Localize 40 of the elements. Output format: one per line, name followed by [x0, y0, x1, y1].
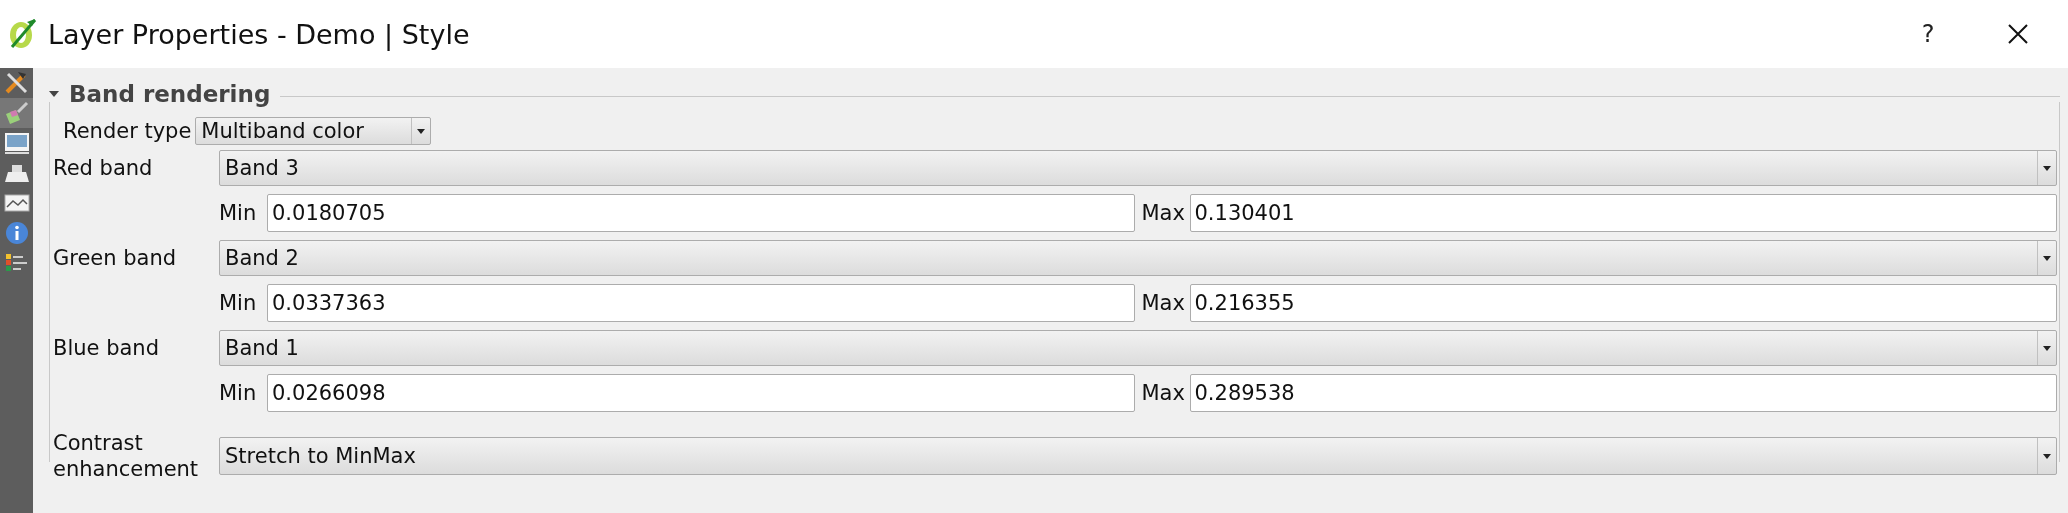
field-label: Blue band: [53, 335, 160, 362]
caret-icon: [2043, 453, 2051, 459]
pyramid-icon: [3, 162, 30, 184]
legend-icon: [4, 252, 29, 274]
input-field[interactable]: 0.0337363: [267, 284, 1135, 322]
help-button[interactable]: ?: [1878, 20, 1978, 48]
image-icon: [3, 131, 30, 155]
window-title: Layer Properties - Demo | Style: [48, 18, 471, 50]
app-logo-icon: [8, 17, 38, 51]
paintbrush-icon: [3, 100, 30, 126]
caret-icon: [2043, 165, 2051, 171]
input-field[interactable]: 0.0266098: [267, 374, 1135, 412]
collapse-toggle[interactable]: [49, 89, 59, 99]
field-label: Max: [1141, 381, 1186, 405]
dropdown[interactable]: Multiband color: [195, 117, 432, 145]
input-field[interactable]: 0.216355: [1189, 284, 2057, 322]
input-field[interactable]: 0.130401: [1189, 194, 2057, 232]
field-label: Min: [219, 291, 258, 315]
dropdown[interactable]: Band 1: [219, 330, 2057, 366]
input-field[interactable]: 0.289538: [1189, 374, 2057, 412]
dropdown[interactable]: Band 3: [219, 150, 2057, 186]
caret-icon: [2043, 345, 2051, 351]
dropdown[interactable]: Stretch to MinMax: [219, 437, 2057, 476]
close-icon[interactable]: [2008, 24, 2028, 44]
field-label: Green band: [53, 245, 178, 272]
field-label: Contrast enhancement: [53, 430, 200, 483]
input-field[interactable]: 0.0180705: [267, 194, 1135, 232]
histogram-icon: [3, 193, 30, 213]
field-label: Min: [219, 381, 258, 405]
field-label: Max: [1141, 201, 1186, 225]
field-label: Min: [219, 201, 258, 225]
info-icon: [4, 221, 29, 245]
dropdown[interactable]: Band 2: [219, 240, 2057, 276]
field-label: Render type: [63, 119, 192, 143]
tools-icon: [3, 70, 30, 96]
caret-icon: [417, 128, 426, 134]
section-title: Band rendering: [69, 81, 271, 107]
caret-icon: [2043, 255, 2051, 261]
field-label: Red band: [53, 155, 154, 182]
field-label: Max: [1141, 291, 1186, 315]
